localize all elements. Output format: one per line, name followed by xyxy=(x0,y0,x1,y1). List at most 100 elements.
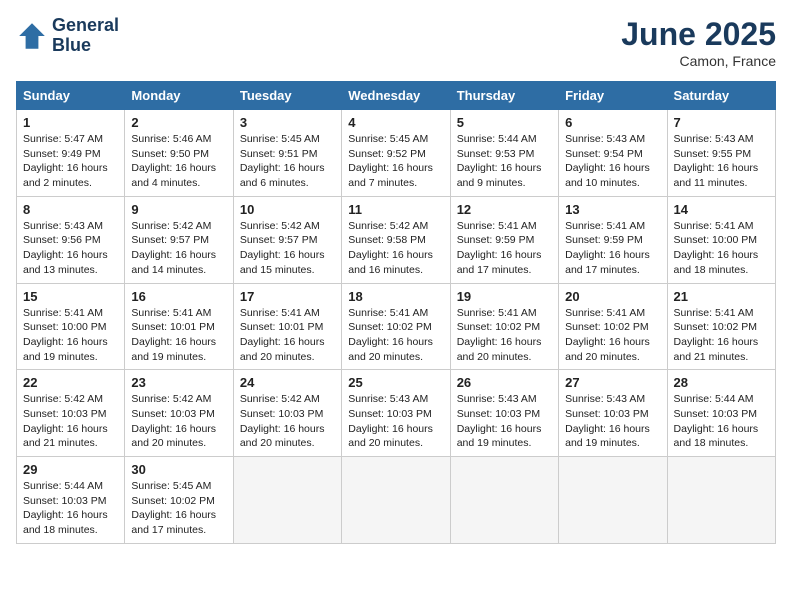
calendar-cell: 11Sunrise: 5:42 AM Sunset: 9:58 PM Dayli… xyxy=(342,196,450,283)
day-info: Sunrise: 5:42 AM Sunset: 10:03 PM Daylig… xyxy=(23,392,118,451)
day-info: Sunrise: 5:46 AM Sunset: 9:50 PM Dayligh… xyxy=(131,132,226,191)
day-info: Sunrise: 5:43 AM Sunset: 10:03 PM Daylig… xyxy=(565,392,660,451)
day-number: 20 xyxy=(565,289,660,304)
day-info: Sunrise: 5:41 AM Sunset: 10:00 PM Daylig… xyxy=(23,306,118,365)
calendar-cell xyxy=(667,457,775,544)
day-info: Sunrise: 5:42 AM Sunset: 9:57 PM Dayligh… xyxy=(240,219,335,278)
day-number: 16 xyxy=(131,289,226,304)
calendar-week-5: 29Sunrise: 5:44 AM Sunset: 10:03 PM Dayl… xyxy=(17,457,776,544)
day-number: 4 xyxy=(348,115,443,130)
calendar-cell: 7 Sunrise: 5:43 AM Sunset: 9:55 PM Daylig… xyxy=(667,110,775,197)
day-number: 12 xyxy=(457,202,552,217)
calendar-cell: 1 Sunrise: 5:47 AM Sunset: 9:49 PM Daylig… xyxy=(17,110,125,197)
calendar-cell: 6 Sunrise: 5:43 AM Sunset: 9:54 PM Daylig… xyxy=(559,110,667,197)
calendar-cell xyxy=(450,457,558,544)
day-number: 14 xyxy=(674,202,769,217)
day-number: 30 xyxy=(131,462,226,477)
day-number: 24 xyxy=(240,375,335,390)
calendar-cell: 29Sunrise: 5:44 AM Sunset: 10:03 PM Dayl… xyxy=(17,457,125,544)
day-number: 3 xyxy=(240,115,335,130)
calendar-cell: 18Sunrise: 5:41 AM Sunset: 10:02 PM Dayl… xyxy=(342,283,450,370)
calendar-cell: 14 Sunrise: 5:41 AM Sunset: 10:00 PM Dayl… xyxy=(667,196,775,283)
calendar-week-1: 1 Sunrise: 5:47 AM Sunset: 9:49 PM Daylig… xyxy=(17,110,776,197)
calendar-cell: 24 Sunrise: 5:42 AM Sunset: 10:03 PM Dayl… xyxy=(233,370,341,457)
day-info: Sunrise: 5:47 AM Sunset: 9:49 PM Dayligh… xyxy=(23,132,118,191)
day-number: 23 xyxy=(131,375,226,390)
calendar-cell: 10 Sunrise: 5:42 AM Sunset: 9:57 PM Dayli… xyxy=(233,196,341,283)
day-info: Sunrise: 5:44 AM Sunset: 9:53 PM Dayligh… xyxy=(457,132,552,191)
day-info: Sunrise: 5:43 AM Sunset: 9:55 PM Dayligh… xyxy=(674,132,769,191)
day-number: 1 xyxy=(23,115,118,130)
calendar-cell: 16Sunrise: 5:41 AM Sunset: 10:01 PM Dayl… xyxy=(125,283,233,370)
calendar-cell: 22 Sunrise: 5:42 AM Sunset: 10:03 PM Dayl… xyxy=(17,370,125,457)
day-number: 7 xyxy=(674,115,769,130)
day-number: 28 xyxy=(674,375,769,390)
day-number: 27 xyxy=(565,375,660,390)
calendar-cell xyxy=(233,457,341,544)
day-number: 15 xyxy=(23,289,118,304)
weekday-header-friday: Friday xyxy=(559,82,667,110)
day-info: Sunrise: 5:42 AM Sunset: 10:03 PM Daylig… xyxy=(240,392,335,451)
day-number: 19 xyxy=(457,289,552,304)
day-number: 18 xyxy=(348,289,443,304)
day-info: Sunrise: 5:44 AM Sunset: 10:03 PM Daylig… xyxy=(674,392,769,451)
page-header: General Blue June 2025 Camon, France xyxy=(16,16,776,69)
logo: General Blue xyxy=(16,16,119,56)
weekday-header-sunday: Sunday xyxy=(17,82,125,110)
day-info: Sunrise: 5:41 AM Sunset: 10:02 PM Daylig… xyxy=(674,306,769,365)
day-number: 11 xyxy=(348,202,443,217)
day-info: Sunrise: 5:45 AM Sunset: 10:02 PM Daylig… xyxy=(131,479,226,538)
day-info: Sunrise: 5:43 AM Sunset: 9:56 PM Dayligh… xyxy=(23,219,118,278)
day-number: 10 xyxy=(240,202,335,217)
calendar-cell: 15 Sunrise: 5:41 AM Sunset: 10:00 PM Dayl… xyxy=(17,283,125,370)
weekday-header-tuesday: Tuesday xyxy=(233,82,341,110)
day-number: 5 xyxy=(457,115,552,130)
day-number: 2 xyxy=(131,115,226,130)
day-info: Sunrise: 5:41 AM Sunset: 10:02 PM Daylig… xyxy=(565,306,660,365)
weekday-header-thursday: Thursday xyxy=(450,82,558,110)
calendar-cell: 2 Sunrise: 5:46 AM Sunset: 9:50 PM Daylig… xyxy=(125,110,233,197)
day-number: 6 xyxy=(565,115,660,130)
month-title: June 2025 xyxy=(621,16,776,53)
day-number: 13 xyxy=(565,202,660,217)
day-info: Sunrise: 5:41 AM Sunset: 10:00 PM Daylig… xyxy=(674,219,769,278)
day-info: Sunrise: 5:41 AM Sunset: 10:02 PM Daylig… xyxy=(457,306,552,365)
logo-text: General Blue xyxy=(52,16,119,56)
day-number: 26 xyxy=(457,375,552,390)
day-info: Sunrise: 5:44 AM Sunset: 10:03 PM Daylig… xyxy=(23,479,118,538)
calendar-cell: 30 Sunrise: 5:45 AM Sunset: 10:02 PM Dayl… xyxy=(125,457,233,544)
day-info: Sunrise: 5:42 AM Sunset: 10:03 PM Daylig… xyxy=(131,392,226,451)
day-number: 21 xyxy=(674,289,769,304)
calendar-cell: 23 Sunrise: 5:42 AM Sunset: 10:03 PM Dayl… xyxy=(125,370,233,457)
calendar-cell: 8Sunrise: 5:43 AM Sunset: 9:56 PM Daylig… xyxy=(17,196,125,283)
day-info: Sunrise: 5:45 AM Sunset: 9:51 PM Dayligh… xyxy=(240,132,335,191)
day-info: Sunrise: 5:41 AM Sunset: 9:59 PM Dayligh… xyxy=(565,219,660,278)
calendar-cell: 17Sunrise: 5:41 AM Sunset: 10:01 PM Dayl… xyxy=(233,283,341,370)
day-number: 9 xyxy=(131,202,226,217)
calendar-cell xyxy=(342,457,450,544)
day-info: Sunrise: 5:45 AM Sunset: 9:52 PM Dayligh… xyxy=(348,132,443,191)
day-info: Sunrise: 5:43 AM Sunset: 10:03 PM Daylig… xyxy=(457,392,552,451)
day-info: Sunrise: 5:43 AM Sunset: 9:54 PM Dayligh… xyxy=(565,132,660,191)
title-block: June 2025 Camon, France xyxy=(621,16,776,69)
day-number: 17 xyxy=(240,289,335,304)
calendar-cell: 26 Sunrise: 5:43 AM Sunset: 10:03 PM Dayl… xyxy=(450,370,558,457)
calendar-cell: 25 Sunrise: 5:43 AM Sunset: 10:03 PM Dayl… xyxy=(342,370,450,457)
day-info: Sunrise: 5:43 AM Sunset: 10:03 PM Daylig… xyxy=(348,392,443,451)
day-number: 25 xyxy=(348,375,443,390)
calendar-cell: 13 Sunrise: 5:41 AM Sunset: 9:59 PM Dayli… xyxy=(559,196,667,283)
calendar-cell: 20 Sunrise: 5:41 AM Sunset: 10:02 PM Dayl… xyxy=(559,283,667,370)
weekday-header-monday: Monday xyxy=(125,82,233,110)
logo-icon xyxy=(16,20,48,52)
calendar-cell: 21 Sunrise: 5:41 AM Sunset: 10:02 PM Dayl… xyxy=(667,283,775,370)
calendar-cell: 28 Sunrise: 5:44 AM Sunset: 10:03 PM Dayl… xyxy=(667,370,775,457)
calendar-cell: 9 Sunrise: 5:42 AM Sunset: 9:57 PM Daylig… xyxy=(125,196,233,283)
day-number: 22 xyxy=(23,375,118,390)
day-info: Sunrise: 5:42 AM Sunset: 9:57 PM Dayligh… xyxy=(131,219,226,278)
weekday-header-wednesday: Wednesday xyxy=(342,82,450,110)
day-info: Sunrise: 5:41 AM Sunset: 9:59 PM Dayligh… xyxy=(457,219,552,278)
calendar-week-4: 22 Sunrise: 5:42 AM Sunset: 10:03 PM Dayl… xyxy=(17,370,776,457)
calendar-week-3: 15 Sunrise: 5:41 AM Sunset: 10:00 PM Dayl… xyxy=(17,283,776,370)
calendar-week-2: 8Sunrise: 5:43 AM Sunset: 9:56 PM Daylig… xyxy=(17,196,776,283)
calendar-cell: 12 Sunrise: 5:41 AM Sunset: 9:59 PM Dayli… xyxy=(450,196,558,283)
